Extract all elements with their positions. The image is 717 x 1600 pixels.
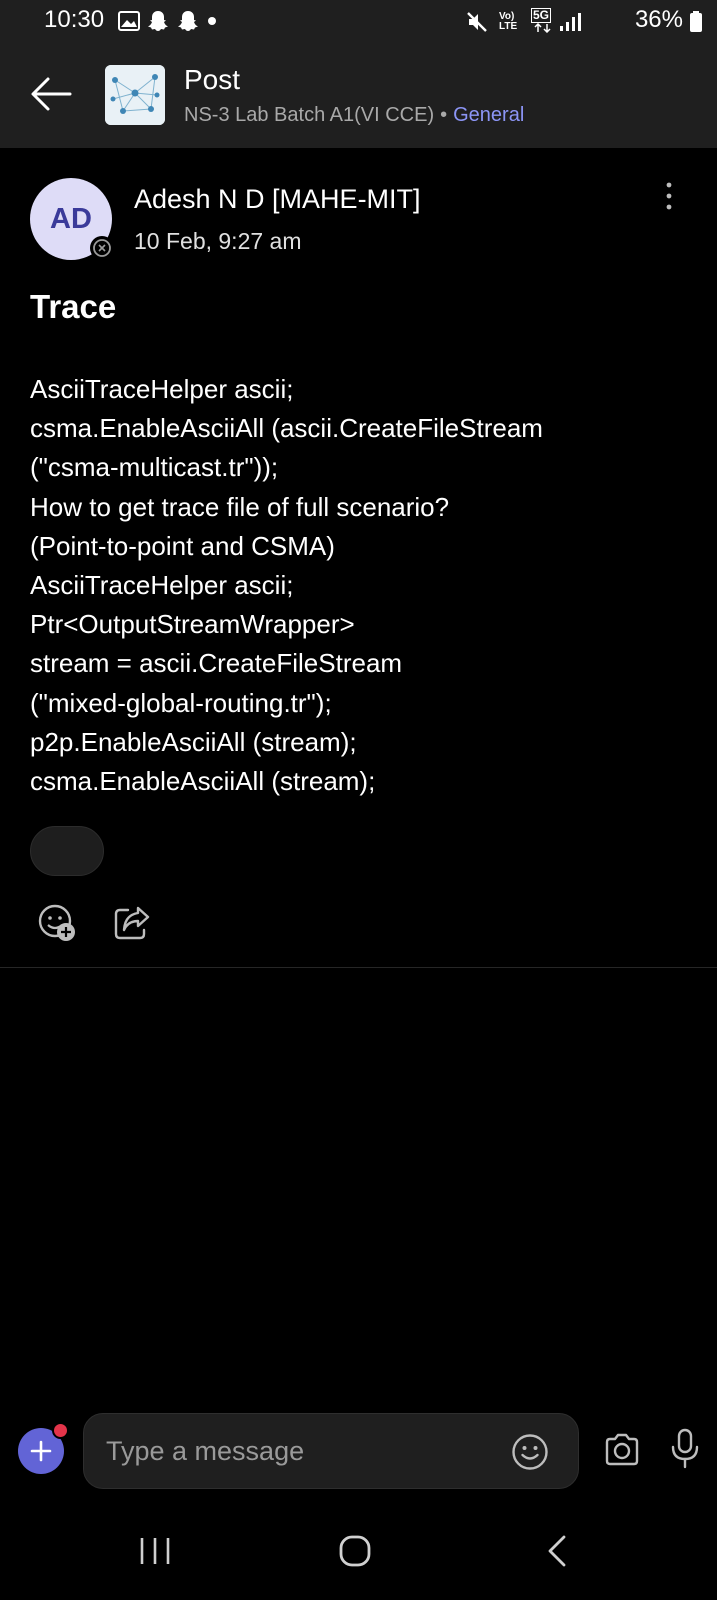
post-body-line: stream = ascii.CreateFileStream (30, 648, 403, 679)
post-body: AsciiTraceHelper ascii; csma.EnableAscii… (30, 370, 690, 801)
share-icon (114, 906, 150, 940)
message-input-placeholder: Type a message (106, 1436, 305, 1466)
data-arrows-icon (534, 23, 551, 33)
network-graph-icon (105, 65, 165, 125)
recents-icon (140, 1538, 170, 1564)
post-card: AD Adesh N D [MAHE-MIT] 10 Feb, 9:27 am … (0, 148, 717, 968)
snapchat-icon (178, 11, 198, 31)
share-button[interactable] (112, 902, 152, 942)
arrow-left-icon (31, 77, 72, 111)
status-system-icons: Vo) LTE 5G 36% (457, 6, 717, 36)
recent-apps-button[interactable] (138, 1536, 172, 1566)
microphone-icon (671, 1428, 699, 1469)
add-reaction-button[interactable] (36, 902, 78, 944)
more-vertical-icon (666, 182, 672, 210)
system-navigation-bar (0, 1500, 717, 1600)
plus-icon (30, 1440, 52, 1462)
message-composer: Type a message (0, 1400, 717, 1500)
mute-icon (467, 12, 487, 32)
post-header: Post NS-3 Lab Batch A1(VI CCE) • General (0, 44, 717, 148)
post-timestamp: 10 Feb, 9:27 am (134, 228, 302, 254)
camera-icon (605, 1433, 639, 1466)
snapchat-icon (148, 11, 168, 31)
more-notifications-dot-icon (208, 17, 216, 25)
more-options-button[interactable] (654, 180, 684, 214)
emoji-button[interactable] (510, 1432, 550, 1472)
volte-label: Vo) LTE (499, 11, 518, 32)
status-time: 10:30 (44, 6, 105, 33)
post-body-line: AsciiTraceHelper ascii; (30, 374, 294, 404)
reaction-pill[interactable] (30, 826, 104, 876)
status-notification-icons (118, 9, 218, 33)
post-body-line: ("mixed-global-routing.tr"); (30, 687, 332, 718)
status-bar: 10:30 Vo) LTE 5G 36% (0, 0, 717, 44)
post-body-line: AsciiTraceHelper ascii; (30, 570, 294, 601)
post-subject: Trace (30, 288, 117, 325)
battery-percentage: 36% (634, 6, 683, 33)
emoji-icon (512, 1434, 548, 1470)
home-button[interactable] (338, 1534, 372, 1568)
notification-dot (52, 1422, 69, 1439)
author-name[interactable]: Adesh N D [MAHE-MIT] (134, 184, 421, 215)
camera-button[interactable] (603, 1432, 641, 1468)
system-back-button[interactable] (545, 1534, 569, 1568)
post-body-line: ("csma-multicast.tr")); (30, 452, 279, 483)
microphone-button[interactable] (670, 1428, 700, 1470)
presence-offline-icon (90, 236, 114, 260)
team-name[interactable]: NS-3 Lab Batch A1(VI CCE) (184, 104, 434, 126)
post-body-line: (Point-to-point and CSMA) (30, 530, 335, 561)
message-input[interactable]: Type a message (83, 1413, 579, 1489)
network-type-label: 5G (531, 8, 552, 23)
post-body-line: How to get trace file of full scenario? (30, 491, 450, 522)
team-thumbnail[interactable] (105, 65, 165, 125)
breadcrumb-separator: • (440, 104, 448, 126)
page-title: Post (184, 64, 241, 95)
breadcrumb: NS-3 Lab Batch A1(VI CCE) • General (184, 104, 524, 127)
post-body-line: csma.EnableAsciiAll (ascii.CreateFileStr… (30, 413, 543, 444)
add-reaction-icon (38, 904, 75, 941)
channel-name[interactable]: General (453, 104, 524, 126)
battery-icon (690, 11, 702, 32)
post-body-line: csma.EnableAsciiAll (stream); (30, 766, 376, 797)
back-button[interactable] (28, 74, 74, 114)
post-body-line: Ptr<OutputStreamWrapper> (30, 609, 355, 640)
home-icon (339, 1535, 371, 1567)
chevron-left-icon (548, 1535, 566, 1567)
signal-icon (560, 13, 581, 31)
post-body-line: p2p.EnableAsciiAll (stream); (30, 726, 357, 757)
gallery-icon (118, 11, 140, 31)
